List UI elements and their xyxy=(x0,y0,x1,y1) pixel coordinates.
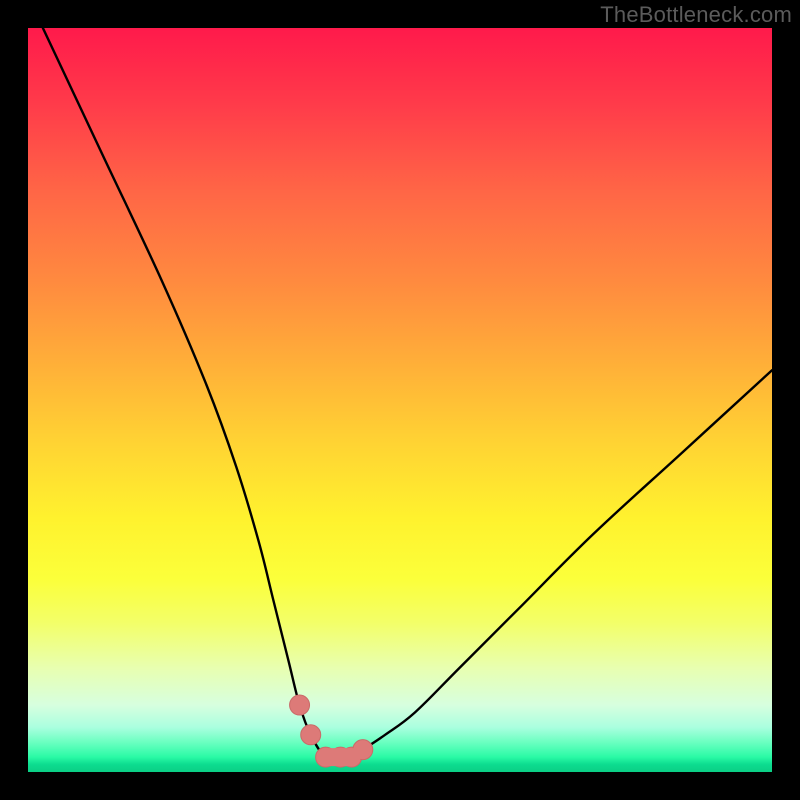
marker-dot xyxy=(290,695,310,715)
marker-dot xyxy=(301,725,321,745)
chart-overlay xyxy=(28,28,772,772)
bottleneck-curve xyxy=(43,28,772,759)
canvas-frame: TheBottleneck.com xyxy=(0,0,800,800)
optimal-range-markers xyxy=(290,695,373,767)
watermark-text: TheBottleneck.com xyxy=(600,2,792,28)
